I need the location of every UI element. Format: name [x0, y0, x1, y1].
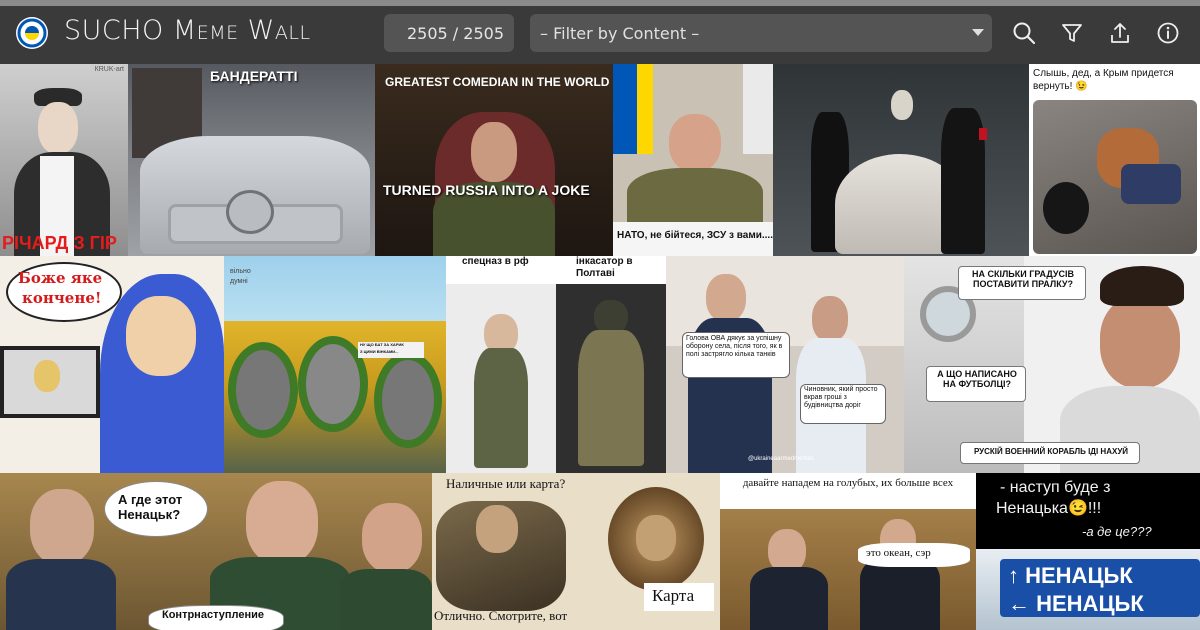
flag-yellow [637, 64, 653, 154]
meme-caption: БАНДЕРАТТІ [210, 68, 298, 84]
sign-line1: НУ ЩО БАТ ЗА ХАРИК [360, 342, 404, 347]
meme-tile-zaluzhnyi[interactable]: НАТО, не бійтеся, ЗСУ з вами.... [613, 64, 773, 256]
meme-caption-line2: вернуть! 😉 [1033, 81, 1088, 92]
sign-line2: ← НЕНАЦЬК [1008, 591, 1144, 616]
bubble-line2: кончене! [22, 289, 102, 307]
face-shape [669, 114, 721, 172]
meme-tile-comedian[interactable]: GREATEST COMEDIAN IN THE WORLD TURNED RU… [375, 64, 613, 256]
putin-suit [6, 559, 116, 630]
sucho-logo-icon [17, 18, 47, 48]
left-man-face [706, 274, 746, 322]
meme-tile-nenatsk-generals[interactable]: А где этот Ненацьк? Контрнаступление [0, 473, 432, 630]
text-line2: Ненацька😉!!! [996, 500, 1102, 517]
armband [979, 128, 987, 140]
bubble-answer-text: А ЩО НАПИСАНО НА ФУТБОЛЦІ? [937, 369, 1017, 390]
sucho-logo[interactable] [16, 17, 48, 49]
meme-tile-richard[interactable]: КRUK-art РІЧАРД З ГІР [0, 64, 128, 256]
uniform-shape [627, 168, 763, 228]
text-line3: -а де це??? [1082, 524, 1152, 539]
lion-face [636, 515, 676, 561]
meme-tile-officials[interactable]: Голова ОВА дякує за успішну оборону села… [666, 256, 904, 473]
right-caption: інкасатор в Полтаві [576, 256, 633, 279]
title-rest: Meme Wall [172, 15, 311, 46]
meme-caption-line1: Слышь, дед, а Крым придется [1033, 68, 1174, 79]
meme-tile-wedding[interactable] [773, 64, 1029, 256]
right-soldier-body [578, 330, 644, 466]
right-man-face [812, 296, 848, 342]
meme-tile-wreaths[interactable]: вільно думні НУ ЩО БАТ ЗА ХАРИК З ЦИМИ В… [224, 256, 446, 473]
bubble-text: А где этот Ненацьк? [118, 492, 183, 522]
filter-placeholder: – Filter by Content – [540, 23, 700, 43]
filter-icon[interactable] [1059, 20, 1085, 46]
tv-figure [34, 360, 60, 392]
sign-line2: З ЦИМИ ВІНКАМИ... [360, 349, 399, 354]
right-soldier-helmet [594, 300, 628, 334]
meme-tile-washer[interactable]: НА СКІЛЬКИ ГРАДУСІВ ПОСТАВИТИ ПРАЛКУ? А … [904, 256, 1200, 473]
meme-bottom-caption: TURNED RUSSIA INTO A JOKE [383, 182, 590, 198]
meme-tile-nenatsk-sign[interactable]: - наступ буде з Ненацька😉!!! -а де це???… [976, 473, 1200, 630]
skull-shape [891, 90, 913, 120]
flag-blue [613, 64, 637, 154]
gerasimov-face [362, 503, 422, 573]
shoigu-face [246, 481, 318, 565]
face-shape [126, 296, 196, 376]
right-caption: Карта [652, 586, 695, 605]
gerasimov-uniform [340, 569, 432, 630]
bubble-left-text: Голова ОВА дякує за успішну оборону села… [686, 335, 783, 359]
meme-caption: НАТО, не бійтеся, ЗСУ з вами.... [617, 230, 773, 241]
info-icon[interactable] [1155, 20, 1181, 46]
left-caption: спецназ в рф [462, 256, 529, 267]
meme-watermark: КRUK-art [94, 66, 124, 73]
face-shape [471, 122, 517, 182]
face-shape [1100, 296, 1180, 388]
bubble-shirt-text: РУСКІЙ ВОЕННИЙ КОРАБЛЬ ІДІ НАХУЙ [973, 447, 1129, 456]
meme-tile-ocean[interactable]: давайте нападем на голубых, их больше вс… [720, 473, 976, 630]
top-caption: давайте нападем на голубых, их больше вс… [742, 477, 954, 489]
chevron-down-icon [972, 29, 984, 36]
app-title: SUCHO Meme Wall [64, 15, 311, 46]
flag-white [743, 64, 773, 154]
meme-tile-banderatti[interactable]: БАНДЕРАТТІ [128, 64, 375, 256]
manhole-shape [1043, 182, 1089, 234]
face-shape [38, 102, 78, 154]
right-man-suit [860, 557, 940, 630]
wreath-left [228, 342, 298, 438]
putin-face [30, 489, 94, 565]
app-header: SUCHO Meme Wall 2505 / 2505 – Filter by … [0, 6, 1200, 64]
wreath-right [374, 352, 442, 448]
left-man-suit [750, 567, 828, 630]
meme-tile-specnaz[interactable]: спецназ в рф інкасатор в Полтаві [446, 256, 666, 473]
bubble-right-text: Чиновник, який просто вкрав гроші з буді… [804, 386, 878, 410]
search-icon[interactable] [1011, 20, 1037, 46]
top-caption: Наличные или карта? [446, 476, 566, 491]
hair-shape [1100, 266, 1184, 306]
bottom-caption: Отлично. Смотрите, вот [434, 608, 568, 623]
bottom-text: Контрнаступление [162, 609, 264, 621]
bubble-text: это океан, сэр [866, 547, 931, 559]
meme-counter[interactable]: 2505 / 2505 [384, 14, 514, 52]
left-soldier-body [474, 348, 528, 468]
share-icon[interactable] [1107, 20, 1133, 46]
watermark-line2: думні [230, 278, 248, 285]
meme-tile-cash-or-card[interactable]: Наличные или карта? Карта Отлично. Смотр… [432, 473, 720, 630]
meme-watermark: @ukraineaarmedmemes [748, 456, 814, 462]
sign-line1: ↑ НЕНАЦЬК [1008, 563, 1133, 588]
trident-emblem [226, 190, 274, 234]
dog-vest [1121, 164, 1181, 204]
content-filter-select[interactable]: – Filter by Content – [530, 14, 992, 52]
text-line1: - наступ буде з [1000, 479, 1111, 496]
title-first-word: SUCHO [64, 15, 164, 46]
watermark-line1: вільно [230, 268, 251, 275]
meme-tile-crimea[interactable]: Слышь, дед, а Крым придется вернуть! 😉 [1029, 64, 1200, 256]
bubble-line1: Боже яке [18, 269, 103, 287]
bubble-question-text: НА СКІЛЬКИ ГРАДУСІВ ПОСТАВИТИ ПРАЛКУ? [971, 269, 1074, 290]
saint-face [476, 505, 518, 553]
meme-tile-bozhe[interactable]: Боже яке кончене! [0, 256, 224, 473]
meme-caption: РІЧАРД З ГІР [2, 233, 117, 254]
meme-top-caption: GREATEST COMEDIAN IN THE WORLD [385, 75, 610, 89]
